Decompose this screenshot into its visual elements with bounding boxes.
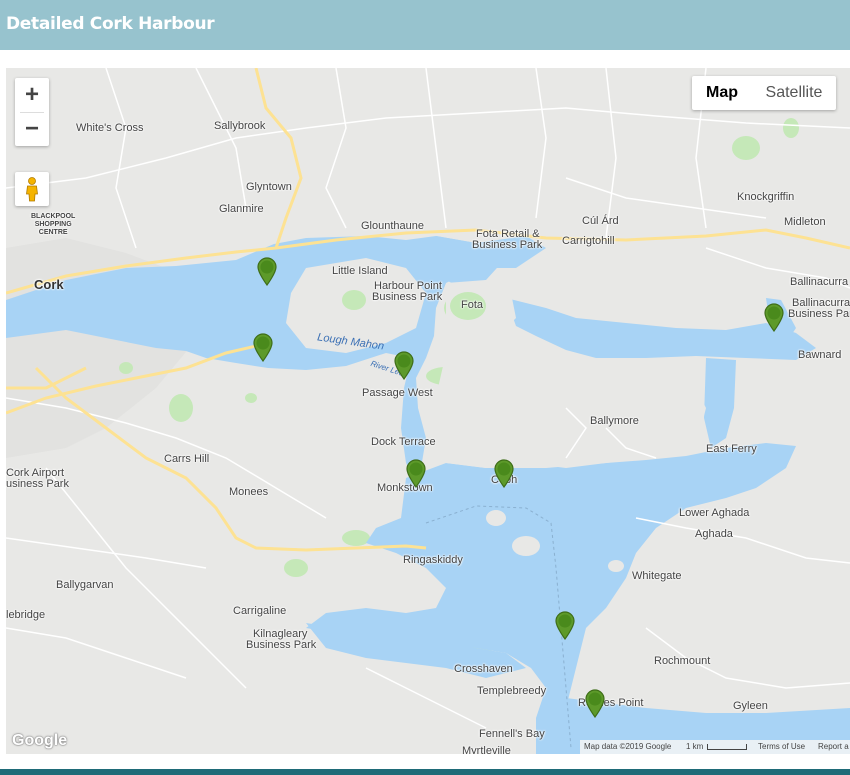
place-crosshaven: Crosshaven bbox=[454, 663, 513, 675]
place-aghada: Aghada bbox=[695, 528, 733, 540]
zoom-in-button[interactable]: + bbox=[15, 78, 49, 112]
map-marker-passage-west[interactable] bbox=[393, 350, 415, 380]
map-type-map-button[interactable]: Map bbox=[692, 76, 752, 110]
street-view-pegman-button[interactable] bbox=[15, 172, 49, 206]
terms-of-use-link[interactable]: Terms of Use bbox=[758, 740, 805, 754]
place-glounthaune: Glounthaune bbox=[361, 220, 424, 232]
place-fota: Fota bbox=[461, 299, 484, 311]
place-lebridge: lebridge bbox=[6, 609, 46, 621]
place-ballinacurra: Ballinacurra bbox=[790, 276, 849, 288]
place-myrtleville: Myrtleville bbox=[462, 745, 511, 755]
map-type-satellite-button[interactable]: Satellite bbox=[752, 76, 836, 110]
scale-label[interactable]: 1 km bbox=[686, 740, 703, 754]
map-canvas[interactable] bbox=[6, 68, 850, 754]
bottom-band bbox=[0, 769, 850, 775]
place-little-island: Little Island bbox=[332, 265, 388, 277]
place-passage-west: Passage West bbox=[362, 387, 433, 399]
map-marker-cobh[interactable] bbox=[493, 458, 515, 488]
map-marker-monkstown[interactable] bbox=[405, 458, 427, 488]
blackpool-line-3: CENTRE bbox=[38, 229, 68, 236]
place-ballygarvan: Ballygarvan bbox=[56, 579, 114, 591]
place-bawnard: Bawnard bbox=[798, 349, 842, 361]
place-sallybrook: Sallybrook bbox=[214, 120, 266, 132]
scale-bar bbox=[707, 744, 747, 750]
map-marker-blackrock[interactable] bbox=[252, 332, 274, 362]
place-ballymore: Ballymore bbox=[590, 415, 639, 427]
place-monees: Monees bbox=[229, 486, 269, 498]
place-lower-aghada: Lower Aghada bbox=[679, 507, 750, 519]
page-title: Detailed Cork Harbour bbox=[6, 14, 215, 34]
place-carrigtohill: Carrigtohill bbox=[562, 235, 615, 247]
pegman-icon bbox=[26, 177, 38, 202]
place-fota-retail-2: Business Park bbox=[472, 239, 543, 251]
place-whites-cross: White's Cross bbox=[76, 122, 144, 134]
place-knockgriffin: Knockgriffin bbox=[737, 191, 795, 203]
place-gyleen: Gyleen bbox=[733, 700, 768, 712]
place-glanmire: Glanmire bbox=[219, 203, 264, 215]
place-east-ferry: East Ferry bbox=[706, 443, 757, 455]
place-templebreedy: Templebreedy bbox=[477, 685, 547, 697]
place-glyntown: Glyntown bbox=[246, 181, 292, 193]
map-marker-harbour-mouth[interactable] bbox=[554, 610, 576, 640]
google-logo: Google bbox=[12, 732, 68, 749]
place-kilnagleary-2: Business Park bbox=[246, 639, 317, 651]
place-carrigaline: Carrigaline bbox=[233, 605, 287, 617]
place-cul-ard: Cúl Árd bbox=[582, 215, 619, 227]
blackpool-line-2: SHOPPING bbox=[34, 221, 72, 228]
place-midleton: Midleton bbox=[784, 216, 826, 228]
map-marker-ballinacurra[interactable] bbox=[763, 302, 785, 332]
map-marker-glanmire[interactable] bbox=[256, 256, 278, 286]
map-type-control: Map Satellite bbox=[692, 76, 836, 110]
place-cork: Cork bbox=[34, 277, 64, 292]
zoom-out-button[interactable]: − bbox=[15, 112, 49, 146]
place-cork-airport-2: usiness Park bbox=[6, 478, 69, 490]
place-dock-terrace: Dock Terrace bbox=[371, 436, 436, 448]
map-attribution-bar: Map data ©2019 Google 1 km Terms of Use … bbox=[580, 740, 850, 754]
place-rochmount: Rochmount bbox=[654, 655, 711, 667]
page-header: Detailed Cork Harbour bbox=[0, 0, 850, 50]
place-harbour-point-2: Business Park bbox=[372, 291, 443, 303]
map-container[interactable]: White's Cross Sallybrook Glyntown Glanmi… bbox=[6, 68, 850, 754]
zoom-control: + − bbox=[15, 78, 49, 146]
place-carrs-hill: Carrs Hill bbox=[164, 453, 210, 465]
blackpool-line-1: BLACKPOOL bbox=[31, 213, 76, 220]
place-blackpool: BLACKPOOL SHOPPING CENTRE bbox=[31, 213, 75, 237]
place-ballinacurra-bp-2: Business Park bbox=[788, 308, 850, 320]
place-ringaskiddy: Ringaskiddy bbox=[403, 554, 463, 566]
place-whitegate: Whitegate bbox=[632, 570, 682, 582]
map-marker-roches-point[interactable] bbox=[584, 688, 606, 718]
place-fennells-bay: Fennell's Bay bbox=[479, 728, 545, 740]
map-data-text: Map data ©2019 Google bbox=[584, 742, 672, 751]
report-link[interactable]: Report a bbox=[818, 740, 849, 754]
